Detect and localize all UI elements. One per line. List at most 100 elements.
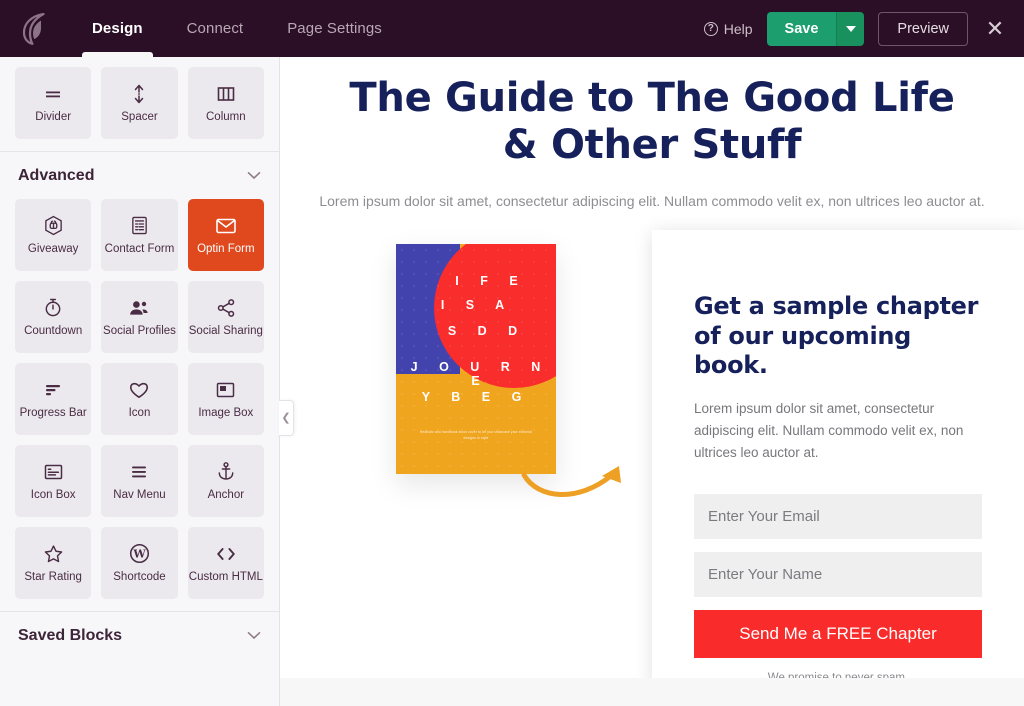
optin-heading: Get a sample chapter of our upcoming boo…	[694, 292, 979, 379]
divider-icon	[43, 83, 63, 105]
save-label: Save	[784, 20, 819, 37]
seedprod-page-builder: Design Connect Page Settings ? Help Save	[0, 0, 1024, 706]
progress-bar-icon	[43, 379, 63, 401]
block-tile-social-profiles[interactable]: Social Profiles	[101, 281, 178, 353]
stopwatch-icon	[43, 297, 63, 319]
book-cover-image: I F E I S A S D D J O U R N E Y B E G Re…	[396, 244, 556, 475]
tab-page-settings[interactable]: Page Settings	[265, 0, 404, 57]
heart-icon	[128, 379, 150, 401]
block-tile-giveaway[interactable]: Giveaway	[15, 199, 92, 271]
optin-description: Lorem ipsum dolor sit amet, consectetur …	[694, 401, 964, 460]
blocks-sidebar[interactable]: Divider Spacer Column Advanced Giveaway …	[0, 57, 280, 706]
page-preview-canvas[interactable]: The Guide to The Good Life & Other Stuff…	[280, 57, 1024, 706]
top-bar: Design Connect Page Settings ? Help Save	[0, 0, 1024, 57]
cover-fine-print: Realistic and handbook mock cover to let…	[420, 430, 532, 440]
columns-icon	[216, 83, 236, 105]
block-tile-image-box[interactable]: Image Box	[187, 363, 264, 435]
block-tile-star-rating[interactable]: Star Rating	[15, 527, 92, 599]
block-tile-shortcode[interactable]: W Shortcode	[101, 527, 178, 599]
block-tile-label: Icon	[128, 406, 151, 419]
top-bar-actions: ? Help Save Preview ✕	[703, 0, 1024, 57]
sidebar-collapse-handle[interactable]: ❮	[279, 400, 294, 436]
block-tile-label: Icon Box	[30, 488, 76, 501]
main-nav: Design Connect Page Settings	[70, 0, 404, 57]
block-tile-progress-bar[interactable]: Progress Bar	[15, 363, 92, 435]
close-button[interactable]: ✕	[982, 12, 1008, 46]
section-title: Advanced	[18, 166, 95, 184]
page-title-line-2: & Other Stuff	[502, 122, 802, 169]
block-tile-divider[interactable]: Divider	[15, 67, 92, 139]
block-tile-label: Countdown	[24, 324, 83, 337]
block-tile-label: Giveaway	[27, 242, 79, 255]
hero-subtext: Lorem ipsum dolor sit amet, consectetur …	[319, 193, 985, 210]
tab-page-settings-label: Page Settings	[287, 20, 382, 37]
basic-blocks-grid: Divider Spacer Column	[0, 57, 279, 139]
block-tile-social-sharing[interactable]: Social Sharing	[187, 281, 264, 353]
block-tile-label: Star Rating	[24, 570, 82, 583]
canvas-bottom-strip	[280, 678, 1024, 706]
block-tile-icon[interactable]: Icon	[101, 363, 178, 435]
contact-form-icon	[130, 215, 149, 237]
block-tile-label: Image Box	[198, 406, 254, 419]
app-logo[interactable]	[0, 0, 70, 57]
share-nodes-icon	[216, 297, 236, 319]
wordpress-icon: W	[129, 543, 150, 565]
cover-line-5: Y B E G	[421, 390, 531, 405]
cover-line-1: I F E	[455, 274, 527, 289]
preview-button[interactable]: Preview	[878, 11, 968, 46]
spacer-arrows-icon	[129, 83, 149, 105]
star-icon	[43, 543, 64, 565]
block-tile-icon-box[interactable]: Icon Box	[15, 445, 92, 517]
giveaway-icon	[43, 215, 64, 237]
save-dropdown-button[interactable]	[836, 11, 865, 46]
save-button-group: Save	[766, 11, 865, 46]
preview-label: Preview	[897, 20, 949, 37]
page-title-line-1: The Guide to The Good Life	[349, 75, 955, 121]
block-tile-optin-form[interactable]: Optin Form	[187, 199, 264, 271]
book-cover-area[interactable]: I F E I S A S D D J O U R N E Y B E G Re…	[370, 244, 650, 544]
tab-design-label: Design	[92, 20, 143, 37]
block-tile-custom-html[interactable]: Custom HTML	[187, 527, 264, 599]
envelope-icon	[215, 215, 237, 237]
section-header-saved-blocks[interactable]: Saved Blocks	[0, 611, 279, 659]
icon-box-icon	[43, 461, 64, 483]
section-title: Saved Blocks	[18, 626, 123, 644]
tab-connect-label: Connect	[186, 20, 244, 37]
svg-text:W: W	[132, 548, 146, 561]
question-circle-icon: ?	[703, 21, 718, 36]
cover-line-2: I S A	[440, 298, 514, 313]
close-icon: ✕	[985, 15, 1005, 41]
block-tile-contact-form[interactable]: Contact Form	[101, 199, 178, 271]
chevron-down-icon	[247, 628, 261, 643]
tab-connect[interactable]: Connect	[165, 0, 266, 57]
name-field[interactable]	[694, 551, 982, 597]
code-brackets-icon	[214, 543, 238, 565]
block-tile-label: Contact Form	[104, 242, 175, 255]
chevron-left-icon: ❮	[281, 411, 291, 424]
save-button[interactable]: Save	[766, 11, 837, 46]
block-tile-label: Social Profiles	[103, 324, 176, 337]
chevron-down-icon	[845, 25, 856, 32]
advanced-blocks-grid: Giveaway Contact Form Optin Form Countdo…	[0, 199, 279, 599]
block-tile-anchor[interactable]: Anchor	[187, 445, 264, 517]
section-header-advanced[interactable]: Advanced	[0, 151, 279, 199]
cover-line-3: S D D	[447, 324, 527, 339]
block-tile-label: Social Sharing	[188, 324, 263, 337]
block-tile-spacer[interactable]: Spacer	[101, 67, 178, 139]
anchor-icon	[216, 461, 236, 483]
block-tile-label: Optin Form	[197, 242, 255, 255]
tab-design[interactable]: Design	[70, 0, 165, 57]
optin-form-block[interactable]: Get a sample chapter of our upcoming boo…	[652, 230, 1024, 691]
image-box-icon	[215, 379, 236, 401]
curved-arrow-icon	[520, 459, 630, 507]
block-tile-column[interactable]: Column	[187, 67, 264, 139]
page-title: The Guide to The Good Life & Other Stuff	[302, 75, 1002, 169]
email-field[interactable]	[694, 493, 982, 539]
submit-button[interactable]: Send Me a FREE Chapter	[694, 609, 982, 658]
hero-section[interactable]: The Guide to The Good Life & Other Stuff…	[280, 57, 1024, 212]
block-tile-nav-menu[interactable]: Nav Menu	[101, 445, 178, 517]
help-button[interactable]: ? Help	[703, 21, 753, 37]
block-tile-countdown[interactable]: Countdown	[15, 281, 92, 353]
